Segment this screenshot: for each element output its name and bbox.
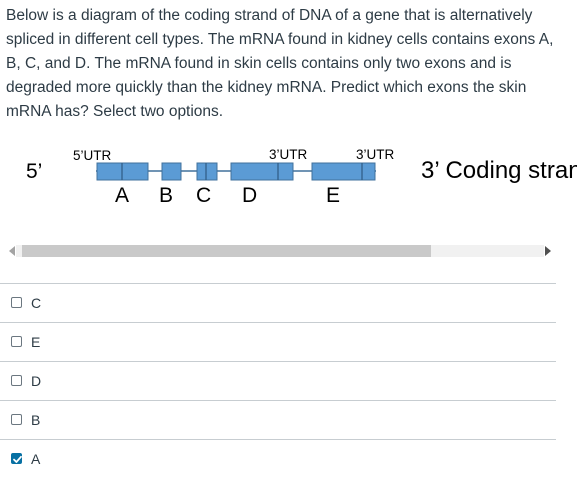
utr-3-label-1: 3’UTR: [269, 147, 308, 162]
scroll-right-arrow-icon[interactable]: [545, 246, 551, 256]
exon-d-label: D: [242, 184, 257, 207]
option-d-checkbox[interactable]: [11, 375, 22, 386]
utr-3-label-2: 3’UTR: [356, 147, 395, 162]
exon-e-label: E: [326, 184, 340, 207]
option-a-checkbox[interactable]: [11, 453, 22, 464]
option-c-checkbox[interactable]: [11, 297, 22, 308]
option-a-label[interactable]: A: [31, 451, 40, 467]
answer-option-c[interactable]: C: [0, 283, 556, 322]
three-prime-label: 3’ Coding strand: [421, 157, 577, 184]
five-prime-label: 5’: [26, 160, 42, 183]
scroll-left-arrow-icon[interactable]: [9, 246, 15, 256]
horizontal-scrollbar[interactable]: [6, 242, 554, 260]
answer-option-a[interactable]: A: [0, 439, 556, 478]
exon-c-box: [196, 162, 218, 181]
exon-c-label: C: [196, 184, 211, 207]
option-e-checkbox[interactable]: [11, 336, 22, 347]
option-b-checkbox[interactable]: [11, 414, 22, 425]
scrollbar-thumb[interactable]: [22, 245, 431, 257]
exon-a-label: A: [115, 184, 129, 207]
dna-diagram: 5’ 5’UTR 3’UTR 3’UTR A B C D E 3’ Coding…: [0, 140, 577, 220]
answer-option-d[interactable]: D: [0, 361, 556, 400]
dna-diagram-svg: 5’ 5’UTR 3’UTR 3’UTR A B C D E 3’ Coding…: [26, 147, 577, 207]
option-c-label[interactable]: C: [31, 295, 41, 311]
utr-5-label: 5’UTR: [73, 148, 112, 163]
checkmark-icon: [13, 455, 22, 463]
option-d-label[interactable]: D: [31, 373, 41, 389]
answer-options: C E D B A: [0, 283, 556, 478]
exon-b-box: [161, 162, 182, 181]
answer-option-b[interactable]: B: [0, 400, 556, 439]
exon-b-label: B: [159, 184, 173, 207]
exon-d-box: [230, 162, 294, 181]
option-e-label[interactable]: E: [31, 334, 40, 350]
option-b-label[interactable]: B: [31, 412, 40, 428]
exon-e-box: [311, 162, 376, 181]
answer-option-e[interactable]: E: [0, 322, 556, 361]
question-text: Below is a diagram of the coding strand …: [6, 7, 554, 120]
